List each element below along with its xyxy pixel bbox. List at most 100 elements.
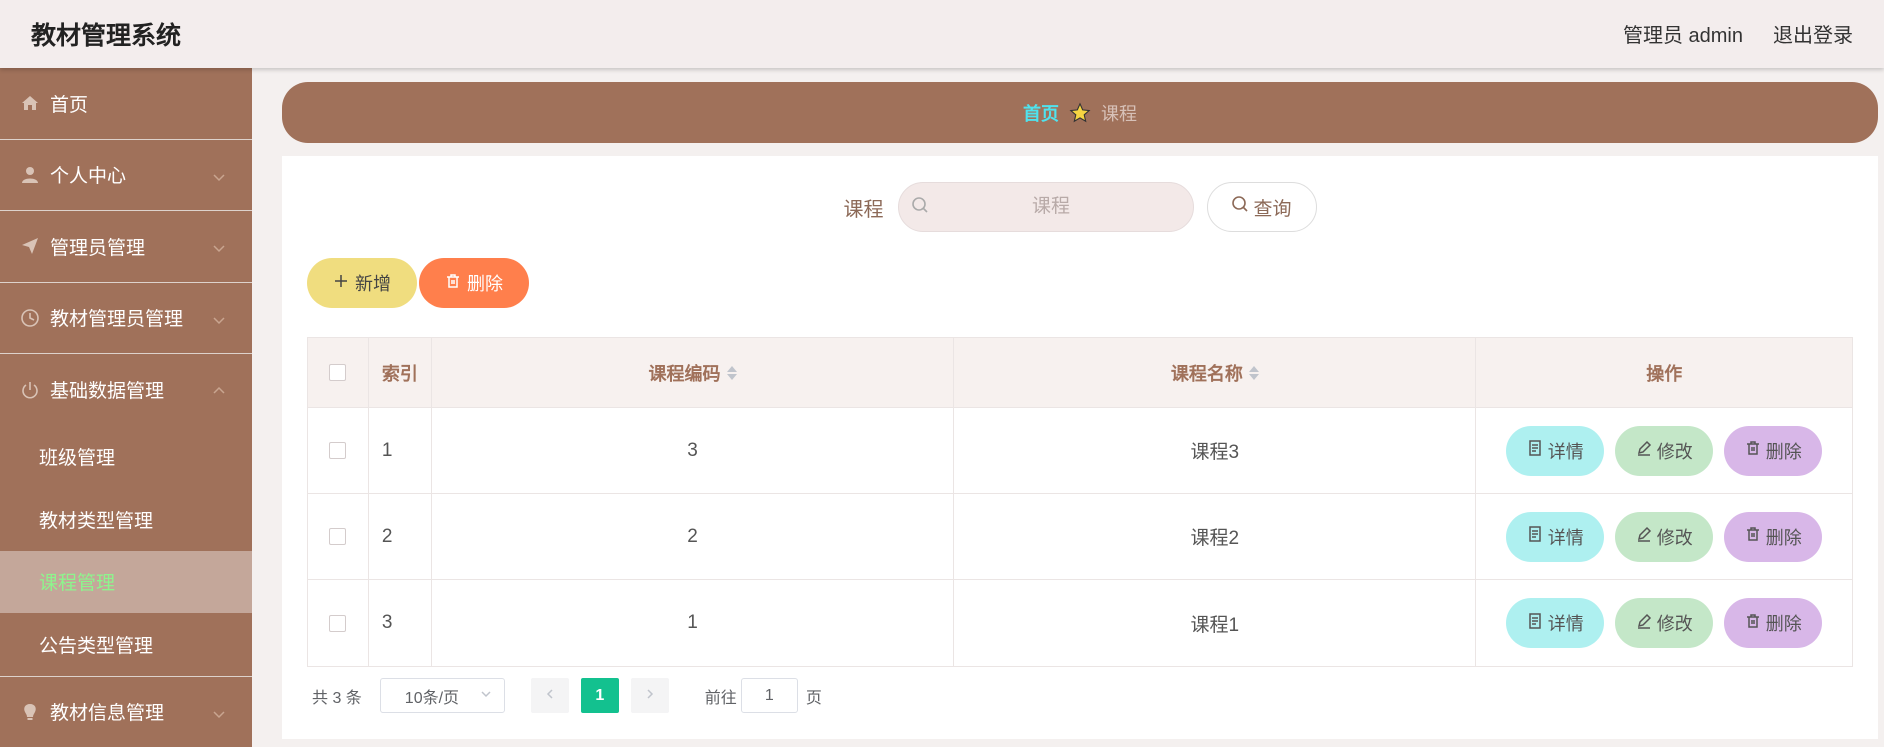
edit-button[interactable]: 修改 xyxy=(1615,511,1714,562)
pagination: 共 3 条 10条/页 1 前往 页 xyxy=(312,678,822,713)
bulk-delete-button[interactable]: 删除 xyxy=(419,258,529,308)
delete-button-label: 删除 xyxy=(1765,527,1802,548)
chevron-down-icon xyxy=(212,311,226,325)
search-row: 课程 查询 xyxy=(282,182,1878,232)
detail-button[interactable]: 详情 xyxy=(1506,425,1605,476)
pencil-icon xyxy=(1636,613,1652,634)
column-header-name-label: 课程名称 xyxy=(1170,363,1243,384)
sidebar-item-label: 首页 xyxy=(50,94,89,116)
page-size-select[interactable]: 10条/页 xyxy=(379,678,505,713)
document-icon xyxy=(1527,440,1543,461)
row-checkbox[interactable] xyxy=(329,528,347,545)
delete-button-label: 删除 xyxy=(1765,441,1802,462)
action-row: 新增 删除 xyxy=(307,258,529,308)
row-checkbox[interactable] xyxy=(329,614,347,632)
trash-icon xyxy=(1745,440,1761,461)
breadcrumb: 首页 课程 xyxy=(282,82,1878,143)
sidebar-item-basic-data-management[interactable]: 基础数据管理 xyxy=(0,354,252,426)
chevron-down-icon xyxy=(212,705,226,719)
cell-name: 课程1 xyxy=(954,580,1477,666)
user-icon xyxy=(20,165,40,185)
search-field xyxy=(897,182,1194,232)
goto-suffix: 页 xyxy=(805,689,822,707)
column-header-operations: 操作 xyxy=(1646,363,1683,384)
row-checkbox[interactable] xyxy=(329,442,347,459)
chevron-left-icon xyxy=(544,687,556,705)
cell-operations: 详情 修改 删除 xyxy=(1476,494,1852,579)
goto-page-input[interactable] xyxy=(740,678,798,713)
goto-label: 前往 xyxy=(704,689,737,707)
logout-link[interactable]: 退出登录 xyxy=(1773,19,1853,48)
sidebar-subitem-textbook-type-management[interactable]: 教材类型管理 xyxy=(0,488,252,551)
column-header-name[interactable]: 课程名称 xyxy=(954,338,1477,407)
select-all-checkbox[interactable] xyxy=(329,364,347,381)
send-icon xyxy=(20,236,40,256)
pencil-icon xyxy=(1636,526,1652,547)
delete-button[interactable]: 删除 xyxy=(1724,425,1823,476)
lightbulb-icon xyxy=(20,702,40,722)
delete-button[interactable]: 删除 xyxy=(1724,511,1823,562)
app-title: 教材管理系统 xyxy=(31,22,182,50)
search-icon xyxy=(911,196,929,219)
sidebar-item-label: 教材管理员管理 xyxy=(50,309,184,331)
clock-icon xyxy=(20,308,40,328)
chevron-right-icon xyxy=(644,687,656,705)
sidebar-subitem-course-management[interactable]: 课程管理 xyxy=(0,550,252,613)
chevron-down-icon xyxy=(212,168,226,182)
sidebar-subitem-notice-type-management[interactable]: 公告类型管理 xyxy=(0,613,252,676)
chevron-up-icon xyxy=(212,382,226,396)
detail-button-label: 详情 xyxy=(1547,527,1584,548)
cell-code: 1 xyxy=(432,580,955,666)
column-header-code[interactable]: 课程编码 xyxy=(432,338,955,407)
edit-button-label: 修改 xyxy=(1656,527,1693,548)
cell-operations: 详情 修改 删除 xyxy=(1476,408,1852,493)
search-input[interactable] xyxy=(928,196,1174,218)
cell-name: 课程2 xyxy=(954,494,1477,579)
cell-index: 1 xyxy=(369,408,432,493)
edit-button-label: 修改 xyxy=(1656,441,1693,462)
table-header-row: 索引 课程编码 课程名称 操作 xyxy=(308,338,1852,408)
query-button-label: 查询 xyxy=(1253,198,1292,220)
plus-icon xyxy=(333,273,349,294)
add-button-label: 新增 xyxy=(355,274,391,294)
query-button[interactable]: 查询 xyxy=(1206,182,1317,232)
sidebar-item-home[interactable]: 首页 xyxy=(0,68,252,140)
trash-icon xyxy=(1745,526,1761,547)
sidebar-item-personal-center[interactable]: 个人中心 xyxy=(0,140,252,211)
page-number-current[interactable]: 1 xyxy=(580,678,619,713)
sidebar-item-label: 基础数据管理 xyxy=(50,381,165,403)
course-table: 索引 课程编码 课程名称 操作 1 3 课程3 详情 修改 删除 2 2 课程2… xyxy=(307,337,1853,667)
cell-code: 3 xyxy=(432,408,955,493)
sidebar-item-textbook-info-management[interactable]: 教材信息管理 xyxy=(0,677,252,747)
current-user-label[interactable]: 管理员 admin xyxy=(1623,19,1743,48)
sidebar-item-textbook-admin-management[interactable]: 教材管理员管理 xyxy=(0,283,252,354)
delete-button[interactable]: 删除 xyxy=(1724,598,1823,648)
column-header-code-label: 课程编码 xyxy=(648,363,721,384)
breadcrumb-home[interactable]: 首页 xyxy=(1023,100,1059,126)
search-icon xyxy=(1231,195,1249,219)
trash-icon xyxy=(1745,613,1761,634)
table-row: 2 2 课程2 详情 修改 删除 xyxy=(308,494,1852,580)
delete-button-label: 删除 xyxy=(1765,614,1802,634)
content-panel: 课程 查询 新增 删除 索引 xyxy=(282,156,1878,739)
sort-icon[interactable] xyxy=(726,365,737,380)
cell-index: 3 xyxy=(369,580,432,666)
power-icon xyxy=(20,380,40,400)
pagination-total: 共 3 条 xyxy=(312,689,362,707)
top-bar: 教材管理系统 管理员 admin 退出登录 xyxy=(0,0,1884,68)
main-area: 首页 课程 课程 查询 新增 删除 xyxy=(252,68,1884,747)
detail-button[interactable]: 详情 xyxy=(1506,511,1605,562)
document-icon xyxy=(1527,526,1543,547)
sidebar-item-admin-management[interactable]: 管理员管理 xyxy=(0,211,252,283)
detail-button-label: 详情 xyxy=(1547,614,1584,634)
detail-button[interactable]: 详情 xyxy=(1506,598,1605,648)
prev-page-button[interactable] xyxy=(530,678,569,713)
add-button[interactable]: 新增 xyxy=(307,258,417,308)
edit-button[interactable]: 修改 xyxy=(1615,598,1714,648)
sidebar-subitem-class-management[interactable]: 班级管理 xyxy=(0,426,252,489)
sort-icon[interactable] xyxy=(1248,365,1259,380)
pencil-icon xyxy=(1636,440,1652,461)
edit-button[interactable]: 修改 xyxy=(1615,425,1714,476)
cell-operations: 详情 修改 删除 xyxy=(1476,580,1852,666)
next-page-button[interactable] xyxy=(630,678,669,713)
